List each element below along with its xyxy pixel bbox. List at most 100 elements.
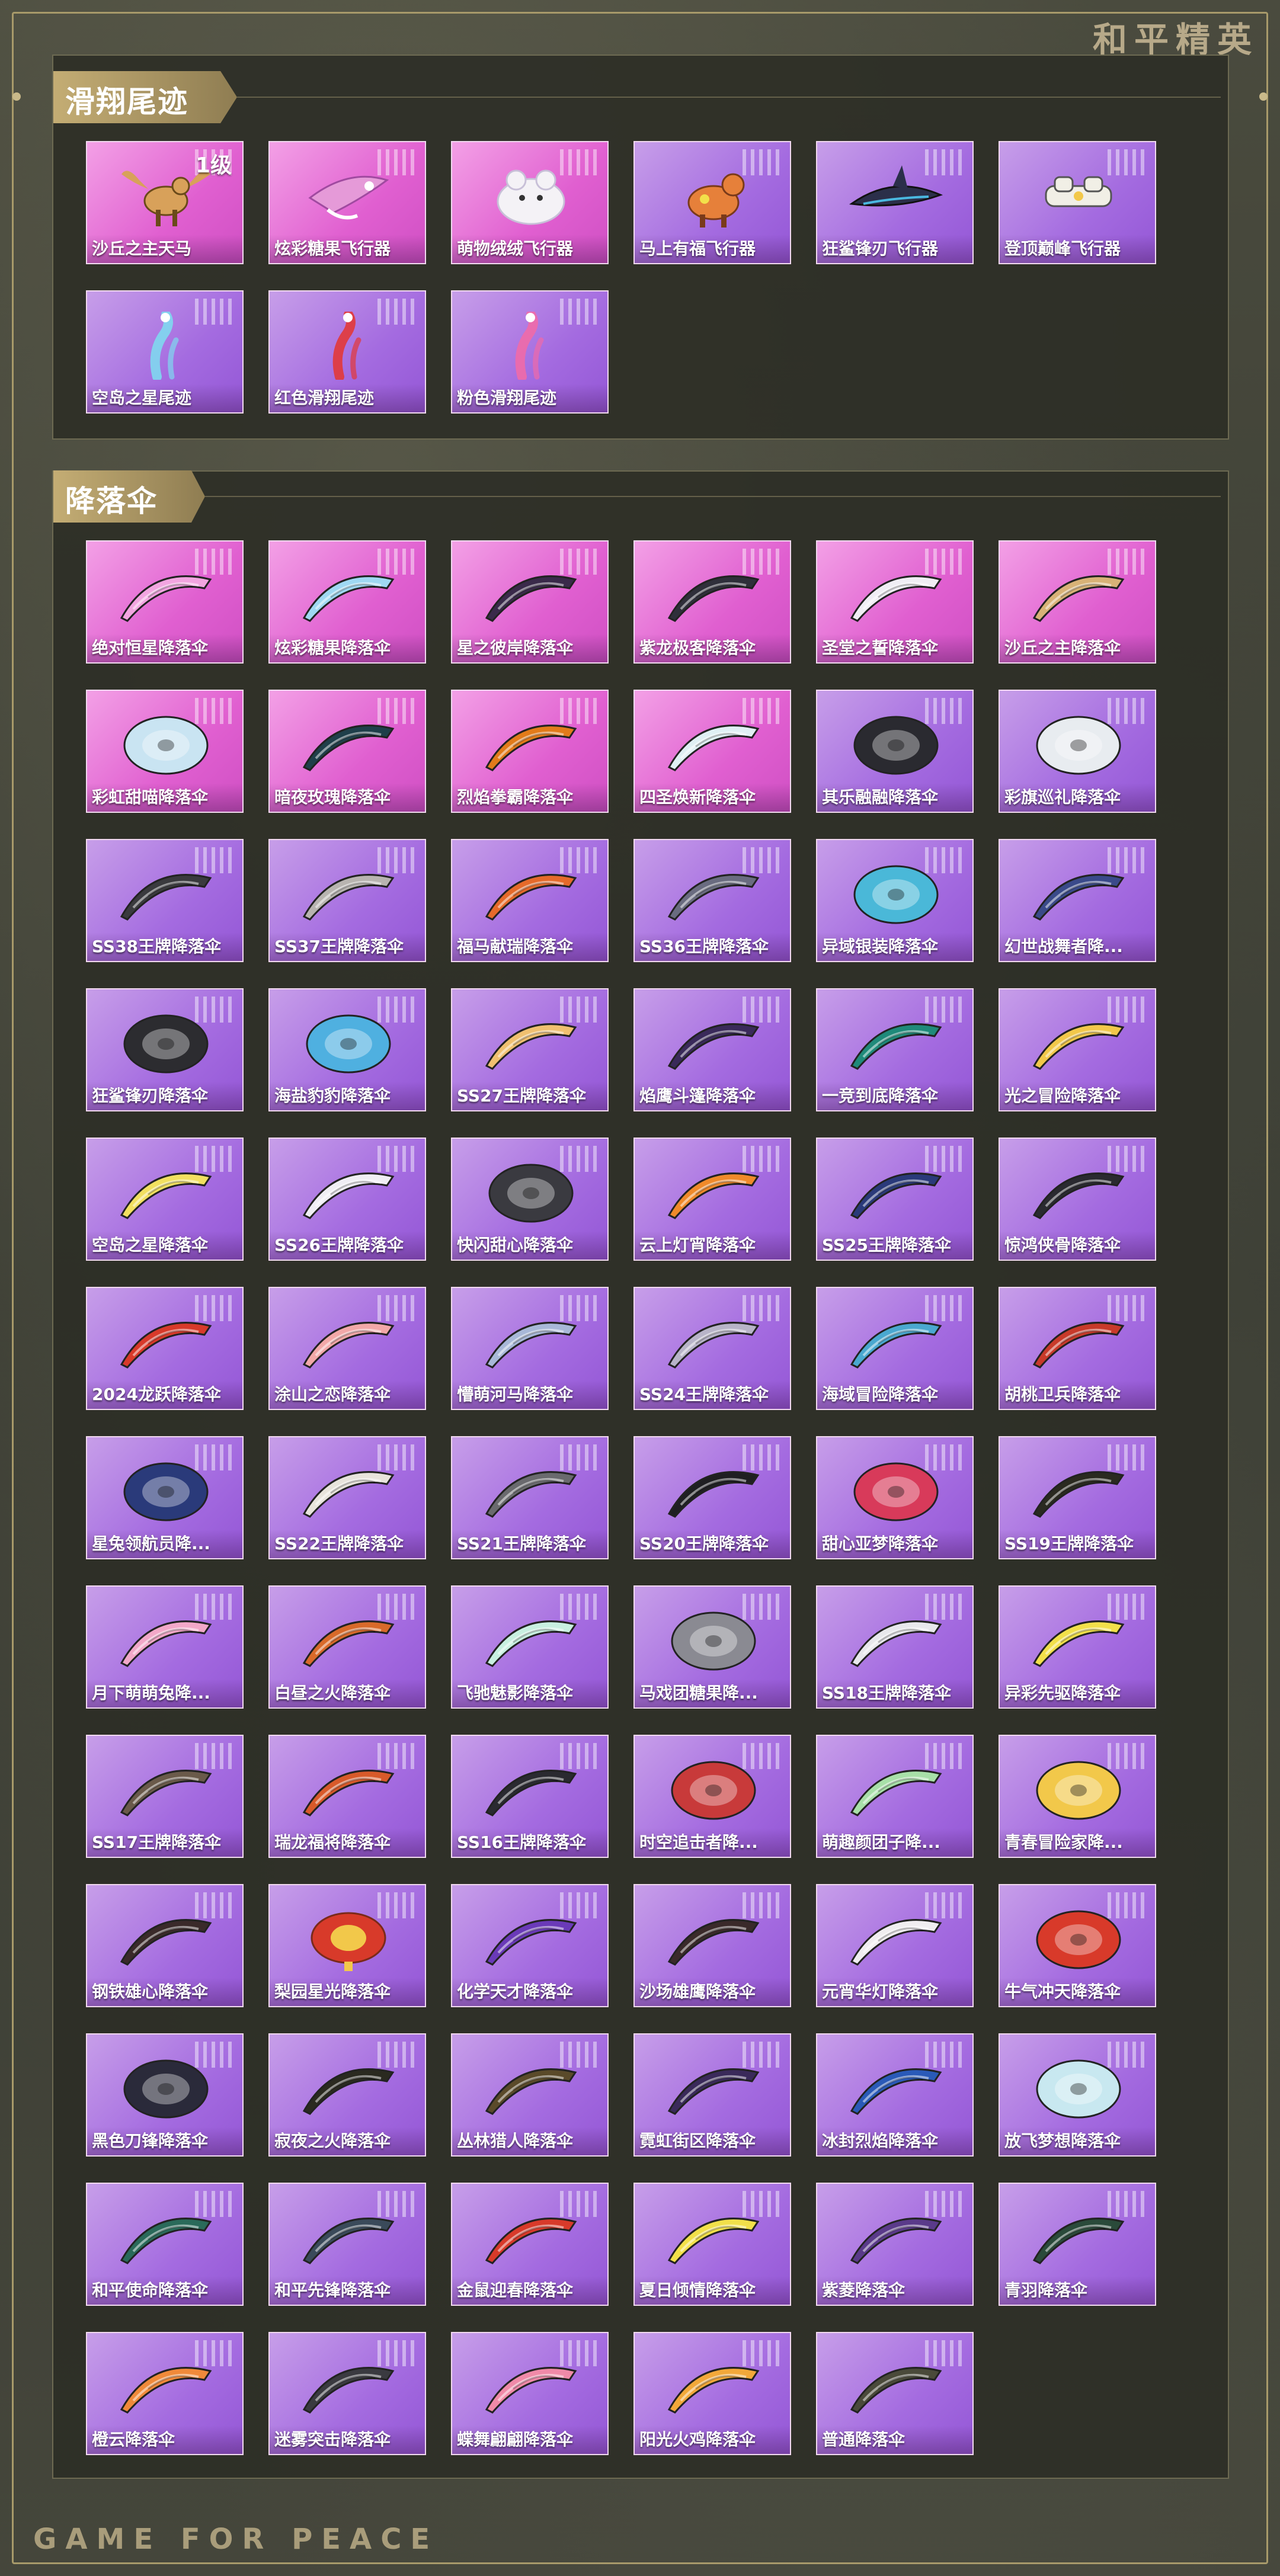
item-tile[interactable]: 空岛之星尾迹 [86,290,244,414]
item-tile[interactable]: 快闪甜心降落伞 [451,1138,609,1261]
item-tile[interactable]: 钢铁雄心降落伞 [86,1884,244,2007]
item-tile[interactable]: 绝对恒星降落伞 [86,540,244,664]
item-tile[interactable]: 狂鲨锋刃降落伞 [86,988,244,1111]
item-tile[interactable]: 胡桃卫兵降落伞 [999,1287,1156,1410]
item-tile[interactable]: SS26王牌降落伞 [268,1138,426,1261]
parachute-icon [481,711,581,779]
parachute-icon [298,2055,399,2123]
item-tile[interactable]: 青羽降落伞 [999,2183,1156,2306]
item-tile[interactable]: 狂鲨锋刃飞行器 [816,141,974,264]
item-tile[interactable]: SS17王牌降落伞 [86,1735,244,1858]
item-tile[interactable]: 橙云降落伞 [86,2332,244,2455]
item-tile[interactable]: 登顶巅峰飞行器 [999,141,1156,264]
item-tile[interactable]: 彩旗巡礼降落伞 [999,690,1156,813]
dome-icon [846,1457,946,1526]
item-tile[interactable]: 星兔领航员降... [86,1436,244,1559]
item-tile[interactable]: 阳光火鸡降落伞 [633,2332,791,2455]
item-tile[interactable]: 幻世战舞者降... [999,839,1156,962]
item-tile[interactable]: 梨园星光降落伞 [268,1884,426,2007]
item-tile[interactable]: 夏日倾情降落伞 [633,2183,791,2306]
item-tile[interactable]: SS25王牌降落伞 [816,1138,974,1261]
item-tile[interactable]: SS20王牌降落伞 [633,1436,791,1559]
item-tile[interactable]: 1级 沙丘之主天马 [86,141,244,264]
item-tile[interactable]: SS36王牌降落伞 [633,839,791,962]
item-tile[interactable]: 元宵华灯降落伞 [816,1884,974,2007]
item-label: SS19王牌降落伞 [1000,1530,1155,1558]
item-tile[interactable]: 和平使命降落伞 [86,2183,244,2306]
item-tile[interactable]: 2024龙跃降落伞 [86,1287,244,1410]
item-tile[interactable]: 福马献瑞降落伞 [451,839,609,962]
item-tile[interactable]: 时空追击者降... [633,1735,791,1858]
dome-icon [116,1457,216,1526]
item-tile[interactable]: SS27王牌降落伞 [451,988,609,1111]
item-tile[interactable]: 暗夜玫瑰降落伞 [268,690,426,813]
item-tile[interactable]: 异域银装降落伞 [816,839,974,962]
item-tile[interactable]: 瑞龙福将降落伞 [268,1735,426,1858]
item-tile[interactable]: 放飞梦想降落伞 [999,2033,1156,2157]
item-tile[interactable]: SS24王牌降落伞 [633,1287,791,1410]
item-label: 彩虹甜喵降落伞 [87,783,242,812]
item-tile[interactable]: 白昼之火降落伞 [268,1585,426,1709]
item-tile[interactable]: 空岛之星降落伞 [86,1138,244,1261]
item-tile[interactable]: 四圣焕新降落伞 [633,690,791,813]
item-tile[interactable]: SS16王牌降落伞 [451,1735,609,1858]
item-tile[interactable]: SS22王牌降落伞 [268,1436,426,1559]
item-tile[interactable]: SS37王牌降落伞 [268,839,426,962]
item-tile[interactable]: 和平先锋降落伞 [268,2183,426,2306]
item-tile[interactable]: 惊鸿侠骨降落伞 [999,1138,1156,1261]
item-tile[interactable]: 炫彩糖果降落伞 [268,540,426,664]
item-tile[interactable]: 寂夜之火降落伞 [268,2033,426,2157]
item-tile[interactable]: 涂山之恋降落伞 [268,1287,426,1410]
item-tile[interactable]: 萌趣颜团子降... [816,1735,974,1858]
item-tile[interactable]: SS19王牌降落伞 [999,1436,1156,1559]
item-tile[interactable]: 焰鹰斗篷降落伞 [633,988,791,1111]
item-tile[interactable]: 圣堂之誓降落伞 [816,540,974,664]
item-tile[interactable]: 萌物绒绒飞行器 [451,141,609,264]
item-tile[interactable]: 紫龙极客降落伞 [633,540,791,664]
item-tile[interactable]: 星之彼岸降落伞 [451,540,609,664]
item-tile[interactable]: 沙场雄鹰降落伞 [633,1884,791,2007]
item-tile[interactable]: 牛气冲天降落伞 [999,1884,1156,2007]
item-tile[interactable]: 马上有福飞行器 [633,141,791,264]
item-tile[interactable]: 懵萌河马降落伞 [451,1287,609,1410]
item-tile[interactable]: SS38王牌降落伞 [86,839,244,962]
item-tile[interactable]: 异彩先驱降落伞 [999,1585,1156,1709]
item-tile[interactable]: 飞驰魅影降落伞 [451,1585,609,1709]
parachute-icon [1028,1457,1129,1526]
item-tile[interactable]: 迷雾突击降落伞 [268,2332,426,2455]
dome-icon [1028,1756,1129,1824]
item-tile[interactable]: 光之冒险降落伞 [999,988,1156,1111]
item-tile[interactable]: 化学天才降落伞 [451,1884,609,2007]
item-tile[interactable]: 紫菱降落伞 [816,2183,974,2306]
item-tile[interactable]: 蝶舞翩翩降落伞 [451,2332,609,2455]
item-tile[interactable]: SS21王牌降落伞 [451,1436,609,1559]
item-tile[interactable]: 青春冒险家降... [999,1735,1156,1858]
item-tile[interactable]: 海域冒险降落伞 [816,1287,974,1410]
item-tile[interactable]: 黑色刀锋降落伞 [86,2033,244,2157]
item-tile[interactable]: 沙丘之主降落伞 [999,540,1156,664]
parachute-icon [846,2204,946,2272]
item-label: 狂鲨锋刃降落伞 [87,1082,242,1110]
item-tile[interactable]: 其乐融融降落伞 [816,690,974,813]
item-tile[interactable]: 金鼠迎春降落伞 [451,2183,609,2306]
parachute-icon [481,1756,581,1824]
item-tile[interactable]: 炫彩糖果飞行器 [268,141,426,264]
item-tile[interactable]: 云上灯宵降落伞 [633,1138,791,1261]
frame-dot-left [12,92,21,101]
item-tile[interactable]: 冰封烈焰降落伞 [816,2033,974,2157]
item-tile[interactable]: 月下萌萌兔降... [86,1585,244,1709]
item-tile[interactable]: SS18王牌降落伞 [816,1585,974,1709]
item-tile[interactable]: 海盐豹豹降落伞 [268,988,426,1111]
item-tile[interactable]: 甜心亚梦降落伞 [816,1436,974,1559]
item-tile[interactable]: 丛林猎人降落伞 [451,2033,609,2157]
item-tile[interactable]: 一竞到底降落伞 [816,988,974,1111]
item-tile[interactable]: 普通降落伞 [816,2332,974,2455]
item-tile[interactable]: 烈焰拳霸降落伞 [451,690,609,813]
item-label: 普通降落伞 [817,2426,972,2454]
item-tile[interactable]: 霓虹街区降落伞 [633,2033,791,2157]
item-tile[interactable]: 马戏团糖果降... [633,1585,791,1709]
dome-icon [1028,1905,1129,1973]
item-tile[interactable]: 彩虹甜喵降落伞 [86,690,244,813]
item-tile[interactable]: 粉色滑翔尾迹 [451,290,609,414]
item-tile[interactable]: 红色滑翔尾迹 [268,290,426,414]
